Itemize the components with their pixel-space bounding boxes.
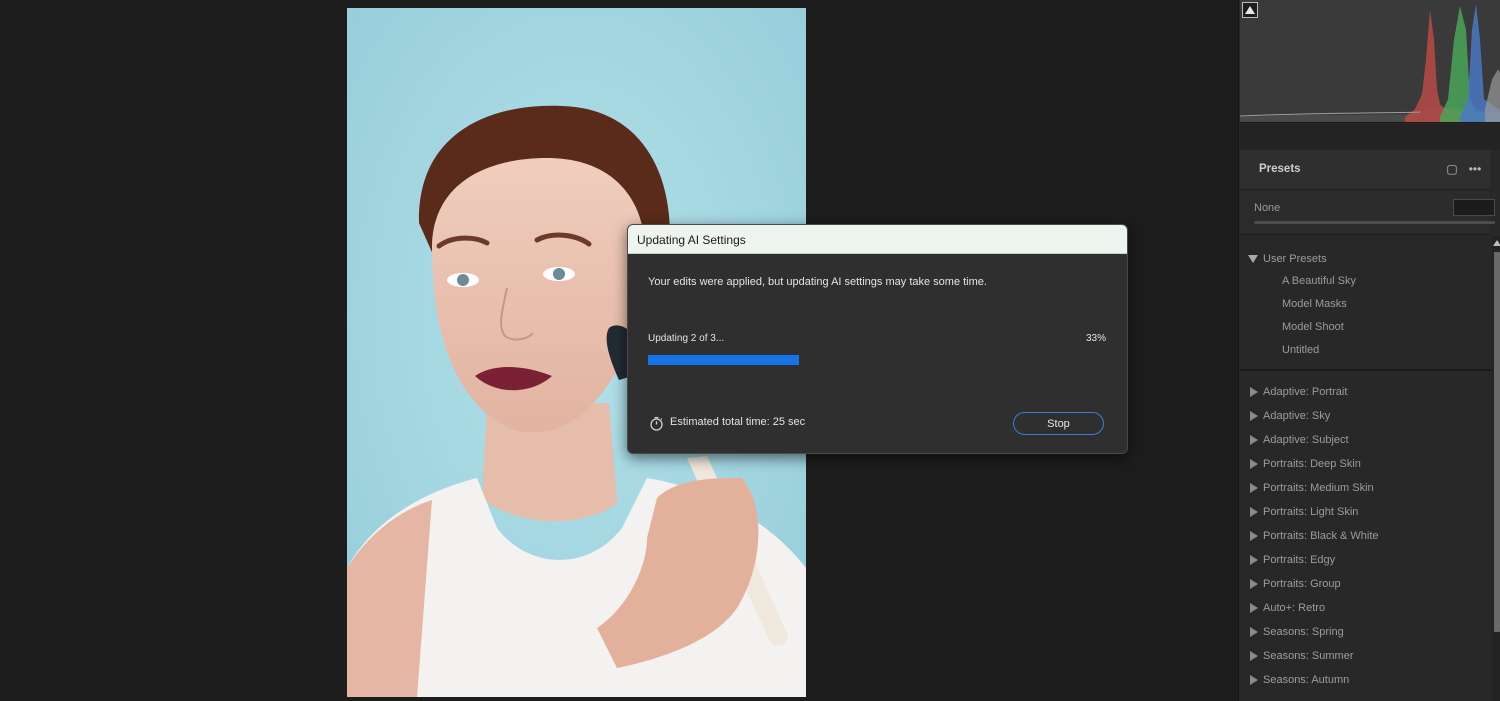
- preset-group[interactable]: Portraits: Deep Skin: [1240, 453, 1491, 475]
- preset-item[interactable]: Model Masks: [1240, 293, 1491, 315]
- dialog-title: Updating AI Settings: [637, 233, 746, 247]
- preset-group[interactable]: Adaptive: Portrait: [1240, 381, 1491, 403]
- chevron-right-icon: [1250, 459, 1258, 469]
- preset-group[interactable]: Portraits: Black & White: [1240, 525, 1491, 547]
- progress-percent: 33%: [1085, 333, 1106, 344]
- preset-group[interactable]: Portraits: Edgy: [1240, 549, 1491, 571]
- preset-group[interactable]: Portraits: Group: [1240, 573, 1491, 595]
- preset-item[interactable]: A Beautiful Sky: [1240, 270, 1491, 292]
- preset-item[interactable]: Untitled: [1240, 339, 1491, 361]
- preset-group[interactable]: Adaptive: Sky: [1240, 405, 1491, 427]
- chevron-right-icon: [1250, 651, 1258, 661]
- app-window: Presets ▢ ••• None User Presets A Beauti…: [0, 0, 1500, 701]
- more-options-icon[interactable]: •••: [1468, 162, 1482, 176]
- preset-item[interactable]: Model Shoot: [1240, 316, 1491, 338]
- chevron-right-icon: [1250, 579, 1258, 589]
- preset-amount-label: None: [1254, 202, 1281, 214]
- chevron-right-icon: [1250, 675, 1258, 685]
- presets-title: Presets: [1259, 163, 1301, 175]
- estimated-time: Estimated total time: 25 sec: [670, 416, 806, 428]
- chevron-right-icon: [1250, 627, 1258, 637]
- stopwatch-icon: [650, 416, 663, 431]
- preset-group[interactable]: Auto+: Retro: [1240, 597, 1491, 619]
- preset-list: User Presets A Beautiful Sky Model Masks…: [1240, 238, 1491, 701]
- panel-gap: [1240, 124, 1500, 150]
- scroll-thumb[interactable]: [1494, 252, 1500, 632]
- preset-group[interactable]: Portraits: Light Skin: [1240, 501, 1491, 523]
- stop-button[interactable]: Stop: [1013, 412, 1104, 435]
- updating-ai-settings-dialog: Updating AI Settings Your edits were app…: [627, 224, 1128, 454]
- preset-group[interactable]: Portraits: Medium Skin: [1240, 477, 1491, 499]
- chevron-down-icon: [1248, 255, 1258, 263]
- dialog-message: Your edits were applied, but updating AI…: [648, 276, 987, 288]
- chevron-right-icon: [1250, 411, 1258, 421]
- preset-group[interactable]: Seasons: Spring: [1240, 621, 1491, 643]
- preset-scrollbar[interactable]: [1492, 236, 1500, 701]
- preset-amount-slider[interactable]: [1254, 221, 1495, 224]
- group-label: User Presets: [1263, 253, 1327, 265]
- progress-bar-fill: [648, 355, 800, 365]
- preset-group[interactable]: Seasons: Summer: [1240, 645, 1491, 667]
- preset-amount-field[interactable]: [1453, 199, 1495, 216]
- progress-label: Updating 2 of 3...: [648, 333, 725, 344]
- presets-header: Presets ▢ •••: [1240, 150, 1490, 190]
- divider: [1240, 369, 1491, 371]
- scroll-up-icon[interactable]: [1493, 240, 1500, 246]
- new-preset-icon[interactable]: ▢: [1445, 162, 1459, 176]
- preset-group[interactable]: Seasons: Autumn: [1240, 669, 1491, 691]
- right-panel: Presets ▢ ••• None User Presets A Beauti…: [1238, 0, 1500, 701]
- chevron-right-icon: [1250, 507, 1258, 517]
- progress-bar: [648, 355, 1107, 365]
- chevron-right-icon: [1250, 603, 1258, 613]
- chevron-right-icon: [1250, 555, 1258, 565]
- chevron-right-icon: [1250, 531, 1258, 541]
- preset-group-user-presets[interactable]: User Presets: [1240, 248, 1491, 270]
- dialog-titlebar: Updating AI Settings: [628, 225, 1127, 254]
- chevron-right-icon: [1250, 435, 1258, 445]
- chevron-right-icon: [1250, 483, 1258, 493]
- preset-amount-row: None: [1240, 190, 1495, 235]
- preset-group[interactable]: Adaptive: Subject: [1240, 429, 1491, 451]
- histogram: [1240, 0, 1500, 123]
- chevron-right-icon: [1250, 387, 1258, 397]
- shadow-clipping-icon[interactable]: [1242, 2, 1258, 18]
